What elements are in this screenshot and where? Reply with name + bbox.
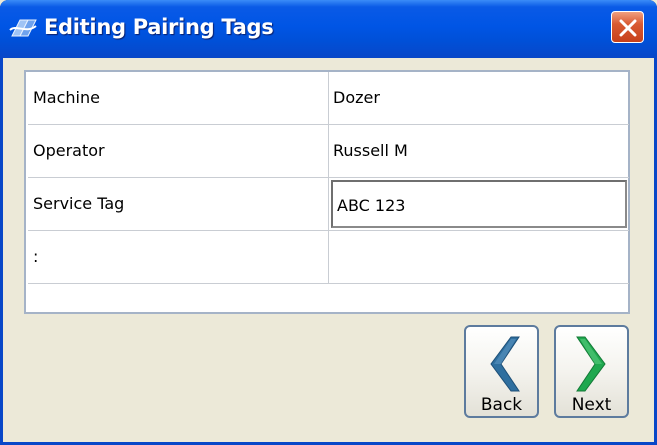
column-divider — [328, 178, 329, 230]
back-button-label: Back — [480, 395, 523, 415]
close-button[interactable] — [611, 11, 644, 43]
tag-value-cell[interactable] — [333, 231, 627, 283]
back-button[interactable]: Back — [464, 325, 539, 418]
pairing-tags-grid: Machine Dozer Operator Russell M Service… — [24, 70, 630, 314]
tag-key-cell[interactable]: : — [33, 231, 326, 283]
close-icon — [619, 19, 637, 37]
chevron-right-icon — [576, 336, 606, 392]
next-button[interactable]: Next — [554, 325, 629, 418]
table-row[interactable]: : — [28, 231, 629, 284]
title-bar[interactable]: Editing Pairing Tags — [0, 0, 657, 58]
chevron-left-icon — [490, 336, 520, 392]
table-row[interactable]: Machine Dozer — [28, 72, 629, 125]
window-border-left — [0, 58, 3, 445]
window-title: Editing Pairing Tags — [44, 15, 274, 39]
dialog-window: Editing Pairing Tags Machine Dozer Opera… — [0, 0, 657, 445]
tag-value-cell[interactable]: Dozer — [333, 72, 627, 124]
table-row[interactable]: Service Tag ABC 123 — [28, 178, 629, 231]
next-button-label: Next — [571, 395, 612, 415]
app-logo-icon — [9, 19, 37, 37]
tag-value-cell[interactable]: Russell M — [333, 125, 627, 177]
tag-value-edit-field[interactable]: ABC 123 — [331, 180, 627, 228]
table-row[interactable]: Operator Russell M — [28, 125, 629, 178]
tag-key-cell[interactable]: Machine — [33, 72, 326, 124]
tag-key-cell[interactable]: Operator — [33, 125, 326, 177]
column-divider — [328, 72, 329, 124]
tag-key-cell[interactable]: Service Tag — [33, 178, 326, 230]
column-divider — [328, 231, 329, 283]
column-divider — [328, 125, 329, 177]
